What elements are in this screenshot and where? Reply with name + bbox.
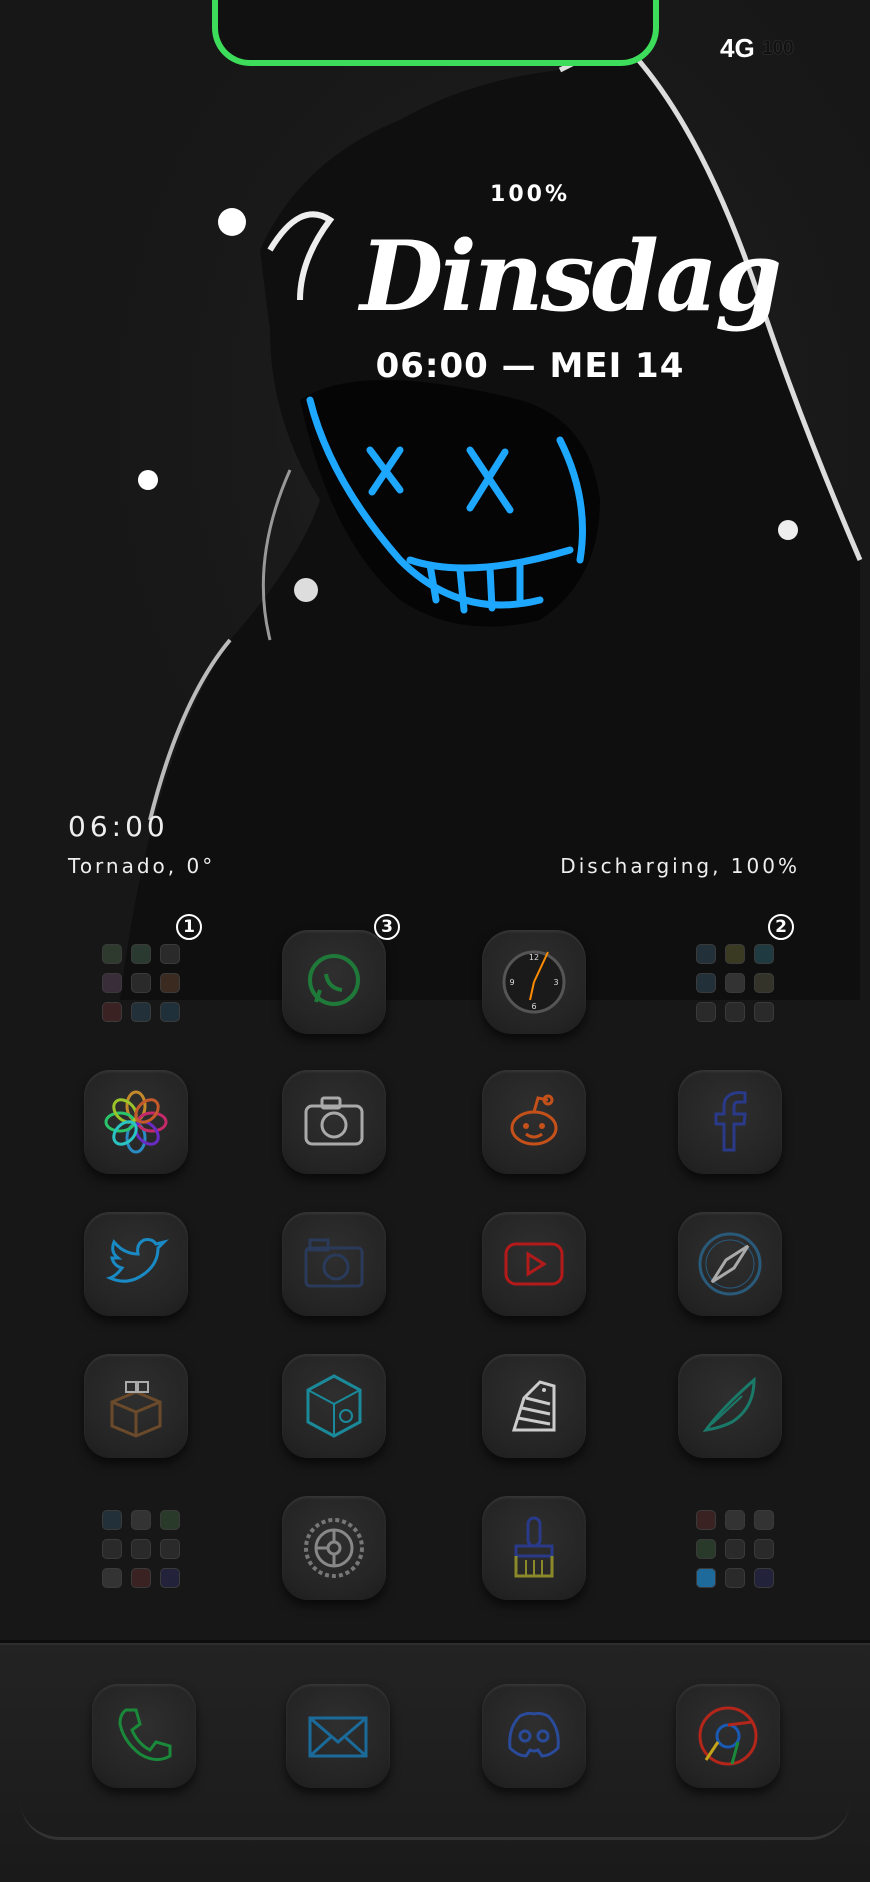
mail-dock-icon[interactable] — [286, 1684, 390, 1788]
discord-icon — [508, 1711, 560, 1758]
app-folder-3[interactable] — [84, 1496, 188, 1600]
paint-brush-app-icon[interactable] — [482, 1496, 586, 1600]
widget-battery-percent: 100% — [490, 182, 570, 207]
dock-base-rim — [20, 1790, 850, 1840]
svg-text:6: 6 — [531, 1002, 536, 1011]
chrome-icon — [698, 1706, 758, 1766]
phone-dock-icon[interactable] — [92, 1684, 196, 1788]
info-widget-battery-status: Discharging, 100% — [560, 854, 800, 878]
info-widget-weather: Tornado, 0° — [68, 854, 216, 878]
whatsapp-icon — [308, 954, 360, 1006]
facebook-app-icon[interactable] — [678, 1070, 782, 1174]
screenshot-camera-icon — [304, 1238, 364, 1288]
svg-text:9: 9 — [509, 978, 514, 987]
camera-app-icon[interactable] — [282, 1070, 386, 1174]
screenshot-app-icon[interactable] — [282, 1212, 386, 1316]
cydia-app-icon[interactable] — [84, 1354, 188, 1458]
clock-icon: 12 3 6 9 — [502, 950, 566, 1014]
youtube-play-icon — [504, 1242, 564, 1286]
notification-badge-whatsapp: 3 — [374, 914, 400, 940]
app-folder-4[interactable] — [678, 1496, 782, 1600]
twitter-bird-icon — [105, 1238, 169, 1283]
reddit-icon — [510, 1094, 558, 1146]
svg-text:3: 3 — [553, 978, 558, 987]
feather-app-icon[interactable] — [678, 1354, 782, 1458]
feather-icon — [702, 1376, 756, 1432]
twitter-app-icon[interactable] — [84, 1212, 188, 1316]
open-box-icon — [110, 1381, 162, 1438]
discord-dock-icon[interactable] — [482, 1684, 586, 1788]
facebook-icon — [714, 1091, 747, 1152]
app-folder-1[interactable] — [84, 930, 188, 1034]
svg-text:12: 12 — [529, 953, 539, 962]
notch-outline — [212, 0, 659, 66]
clock-app-icon[interactable]: 12 3 6 9 — [482, 930, 586, 1034]
notification-badge-folder-2: 2 — [768, 914, 794, 940]
zebra-icon — [511, 1380, 556, 1432]
compass-icon — [698, 1232, 762, 1296]
zebra-app-icon[interactable] — [482, 1354, 586, 1458]
phone-handset-icon — [118, 1708, 172, 1761]
package-app-icon[interactable] — [282, 1354, 386, 1458]
app-folder-2[interactable] — [678, 930, 782, 1034]
safari-app-icon[interactable] — [678, 1212, 782, 1316]
hooded-figure-illustration — [120, 36, 863, 1000]
settings-app-icon[interactable] — [282, 1496, 386, 1600]
youtube-app-icon[interactable] — [482, 1212, 586, 1316]
widget-time-date: 06:00 — MEI 14 — [375, 346, 685, 386]
whatsapp-app-icon[interactable] — [282, 930, 386, 1034]
info-widget-time: 06:00 — [68, 810, 169, 843]
paint-brush-icon — [514, 1516, 554, 1578]
cellular-signal-label: 4G — [720, 33, 755, 63]
photos-app-icon[interactable] — [84, 1070, 188, 1174]
gear-icon — [304, 1518, 364, 1578]
photos-flower-icon — [104, 1090, 168, 1154]
reddit-app-icon[interactable] — [482, 1070, 586, 1174]
battery-level-label: 100 — [762, 38, 794, 59]
envelope-icon — [308, 1716, 368, 1758]
hexagon-box-icon — [306, 1374, 362, 1438]
notification-badge-folder-1: 1 — [176, 914, 202, 940]
chrome-dock-icon[interactable] — [676, 1684, 780, 1788]
widget-day-name: Dinsdag — [360, 220, 782, 333]
camera-icon — [304, 1096, 364, 1146]
